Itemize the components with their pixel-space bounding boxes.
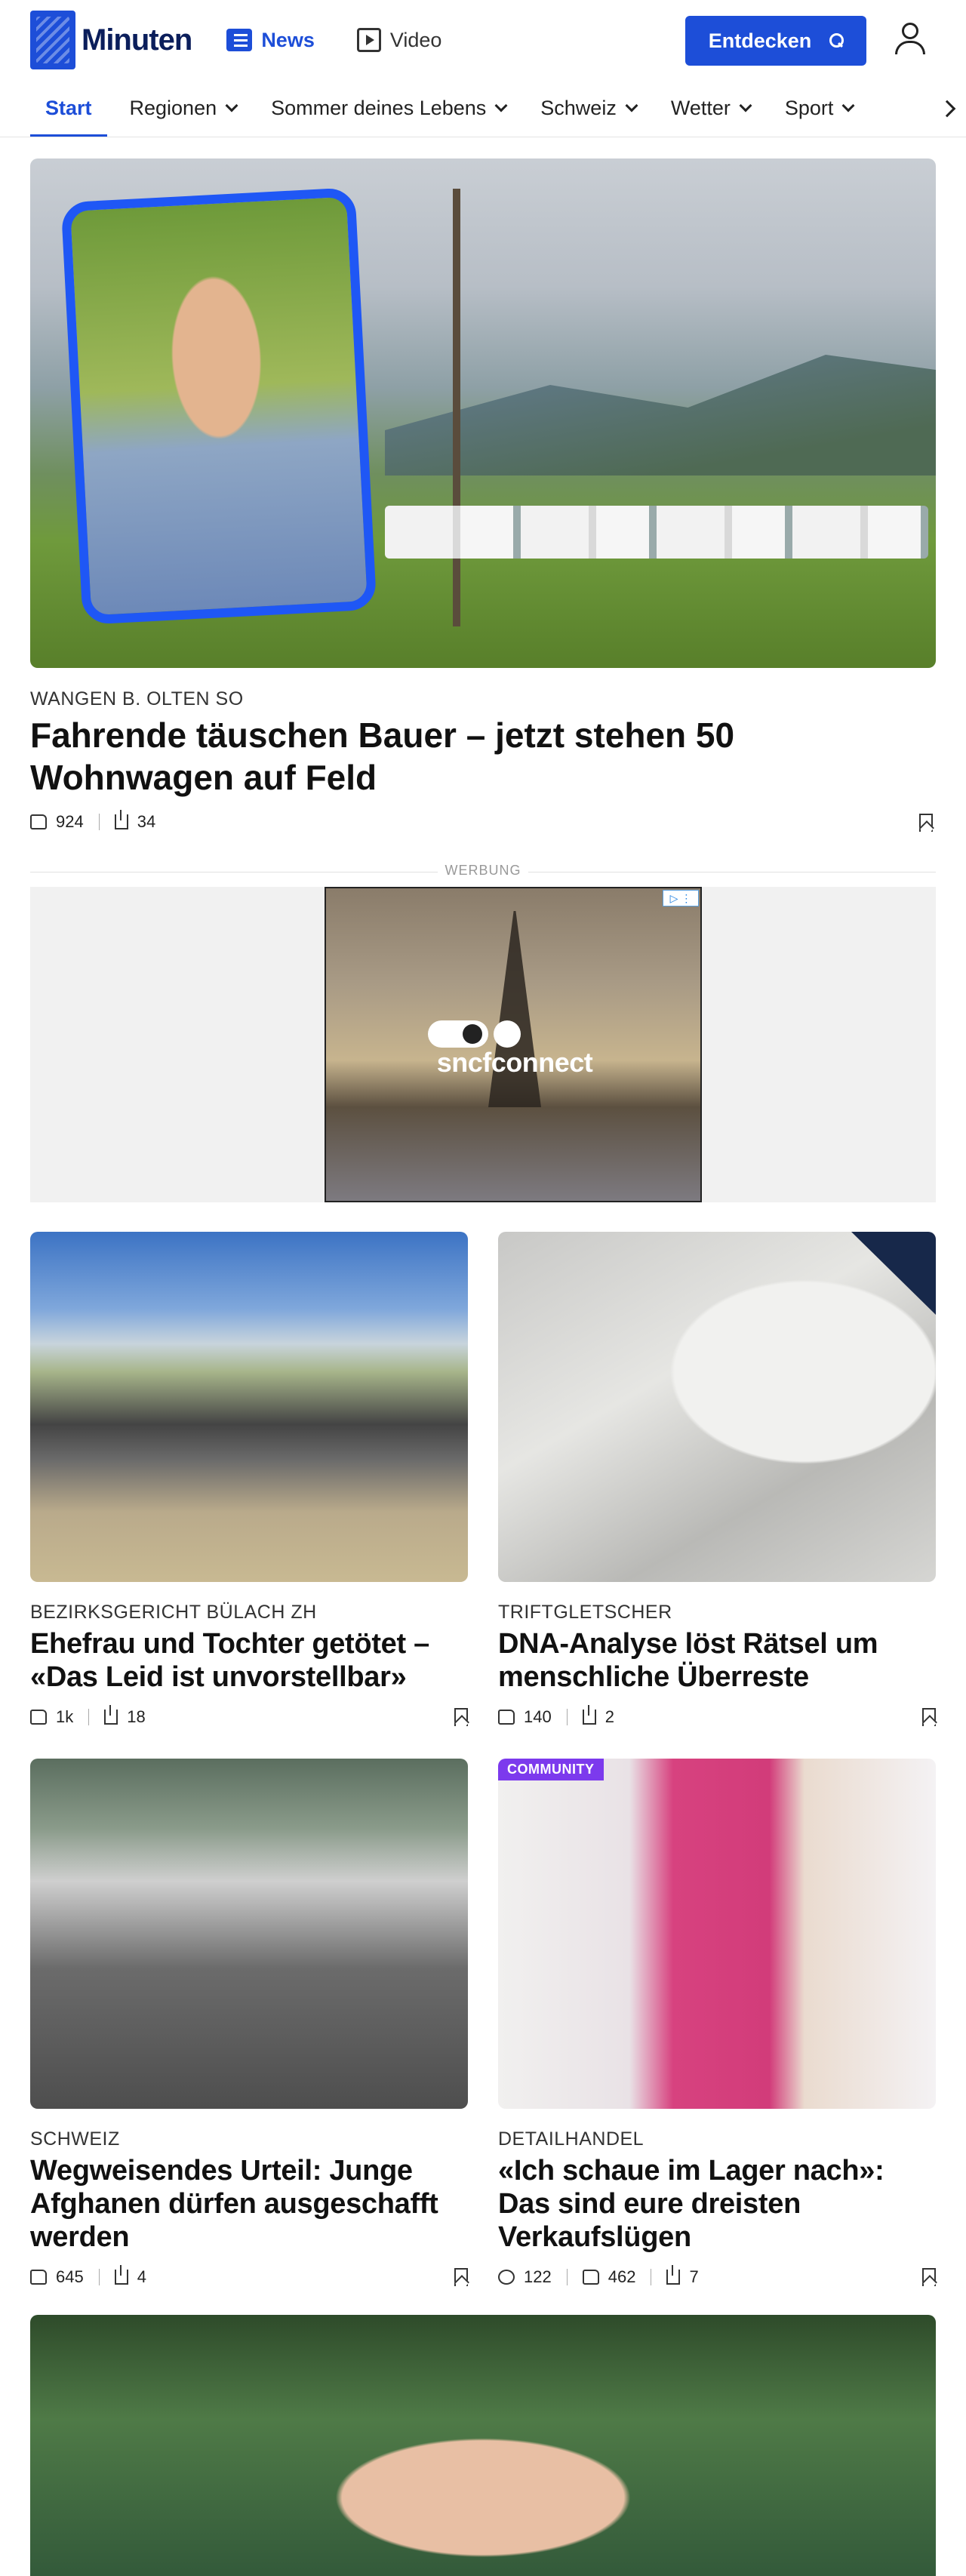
like-count: 924 xyxy=(56,812,84,831)
share-count: 34 xyxy=(137,812,156,831)
like-icon[interactable] xyxy=(498,1710,515,1725)
user-account-icon[interactable] xyxy=(894,23,927,56)
subnav-item-wetter[interactable]: Wetter xyxy=(670,80,752,137)
subnav-label: Start xyxy=(45,97,92,119)
community-badge: COMMUNITY xyxy=(498,1759,604,1780)
article-title[interactable]: Ehefrau und Tochter getötet – «Das Leid … xyxy=(30,1627,468,1694)
share-icon[interactable] xyxy=(582,1705,596,1725)
share-icon[interactable] xyxy=(114,2265,128,2285)
chevron-right-icon xyxy=(938,100,956,118)
tab-news-label: News xyxy=(261,28,315,51)
top-header: Minuten News Video Entdecken xyxy=(0,0,966,80)
chevron-down-icon xyxy=(625,99,638,112)
like-count: 1k xyxy=(56,1707,74,1726)
bookmark-icon[interactable] xyxy=(922,1708,936,1726)
share-count: 4 xyxy=(137,2267,146,2286)
article-title[interactable]: Wegweisendes Urteil: Junge Afghanen dürf… xyxy=(30,2154,468,2254)
article-meta: 122 462 7 xyxy=(498,2265,936,2287)
logo-mark-icon xyxy=(30,11,75,69)
bookmark-icon[interactable] xyxy=(454,2268,468,2286)
article-image[interactable] xyxy=(30,1232,468,1582)
subnav-item-start[interactable]: Start xyxy=(30,80,107,137)
hero-kicker: WANGEN B. OLTEN SO xyxy=(30,688,244,709)
article-meta: 645 4 xyxy=(30,2265,468,2287)
subnav-item-sommer[interactable]: Sommer deines Lebens xyxy=(271,80,508,137)
hero-meta: 924 34 xyxy=(30,810,156,832)
video-icon xyxy=(356,28,381,52)
search-icon xyxy=(825,33,844,48)
discover-button[interactable]: Entdecken xyxy=(685,16,866,66)
article-kicker: TRIFTGLETSCHER xyxy=(498,1602,672,1623)
tab-video[interactable]: Video xyxy=(356,28,442,52)
share-icon[interactable] xyxy=(114,810,128,829)
site-logo[interactable]: Minuten xyxy=(30,11,192,69)
article-image[interactable]: COMMUNITY xyxy=(498,1759,936,2109)
ad-container: sncfconnect ▷ ⋮ xyxy=(30,887,936,1202)
ad-logo-toggle-icon xyxy=(428,1020,488,1048)
chevron-down-icon xyxy=(739,99,752,112)
tab-video-label: Video xyxy=(389,28,442,51)
hero-inset-portrait xyxy=(60,187,377,625)
share-count: 18 xyxy=(127,1707,146,1726)
hero-image[interactable] xyxy=(30,158,936,668)
subnav-label: Sport xyxy=(784,97,834,119)
like-icon[interactable] xyxy=(30,814,47,829)
chevron-down-icon xyxy=(841,99,855,112)
share-count: 7 xyxy=(689,2267,699,2286)
subnav-item-schweiz[interactable]: Schweiz xyxy=(540,80,638,137)
subnav-label: Sommer deines Lebens xyxy=(271,97,487,119)
tab-news[interactable]: News xyxy=(226,29,315,52)
article-kicker: BEZIRKSGERICHT BÜLACH ZH xyxy=(30,1602,317,1623)
share-icon[interactable] xyxy=(104,1705,118,1725)
subnav-item-regionen[interactable]: Regionen xyxy=(129,80,238,137)
scroll-right-button[interactable] xyxy=(928,80,966,137)
ad-label: WERBUNG xyxy=(30,863,936,879)
chevron-down-icon xyxy=(494,99,508,112)
discover-label: Entdecken xyxy=(708,29,812,52)
bookmark-icon[interactable] xyxy=(454,1708,468,1726)
article-meta: 140 2 xyxy=(498,1705,936,1727)
ad-banner[interactable]: sncfconnect ▷ ⋮ xyxy=(325,887,702,1202)
article-kicker: SCHWEIZ xyxy=(30,2128,120,2150)
hero-title[interactable]: Fahrende täuschen Bauer – jetzt stehen 5… xyxy=(30,714,860,799)
bookmark-icon[interactable] xyxy=(919,814,933,832)
article-image[interactable] xyxy=(498,1232,936,1582)
share-icon[interactable] xyxy=(666,2265,681,2285)
like-count: 140 xyxy=(524,1707,552,1726)
subnav-item-sport[interactable]: Sport xyxy=(784,80,855,137)
ad-brand: sncfconnect xyxy=(436,1047,593,1078)
comment-icon[interactable] xyxy=(498,2270,515,2285)
bookmark-icon[interactable] xyxy=(922,2268,936,2286)
like-icon[interactable] xyxy=(30,1710,47,1725)
adchoices-icon[interactable]: ▷ ⋮ xyxy=(663,890,699,906)
like-icon[interactable] xyxy=(582,2270,599,2285)
like-count: 462 xyxy=(608,2267,636,2286)
chevron-down-icon xyxy=(225,99,238,112)
article-title[interactable]: DNA-Analyse löst Rätsel um menschliche Ü… xyxy=(498,1627,936,1694)
section-nav: Start Regionen Sommer deines Lebens Schw… xyxy=(0,80,966,137)
article-title[interactable]: «Ich schaue im Lager nach»: Das sind eur… xyxy=(498,2154,936,2254)
subnav-label: Schweiz xyxy=(540,97,617,119)
subnav-label: Wetter xyxy=(670,97,731,119)
article-meta: 1k 18 xyxy=(30,1705,468,1727)
share-count: 2 xyxy=(605,1707,614,1726)
like-count: 645 xyxy=(56,2267,84,2286)
like-icon[interactable] xyxy=(30,2270,47,2285)
article-image[interactable] xyxy=(30,2315,936,2576)
article-kicker: DETAILHANDEL xyxy=(498,2128,645,2150)
article-image[interactable] xyxy=(30,1759,468,2109)
news-icon xyxy=(226,29,253,51)
logo-text: Minuten xyxy=(82,23,192,57)
subnav-label: Regionen xyxy=(129,97,217,119)
comment-count: 122 xyxy=(524,2267,552,2286)
